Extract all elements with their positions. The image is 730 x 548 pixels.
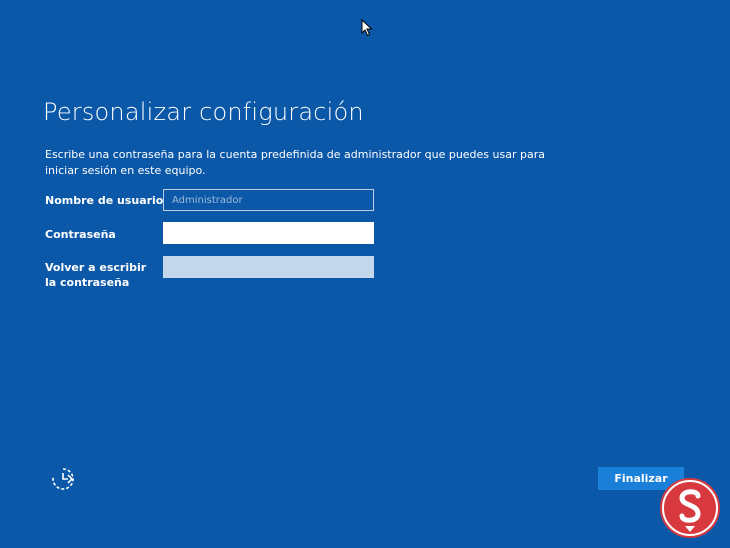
page-description: Escribe una contraseña para la cuenta pr…	[45, 148, 545, 177]
username-label: Nombre de usuario	[45, 194, 164, 207]
password-label: Contraseña	[45, 228, 116, 241]
password-field[interactable]	[163, 222, 374, 244]
username-field[interactable]	[163, 189, 374, 211]
setup-screen: Personalizar configuración Escribe una c…	[0, 0, 730, 548]
mouse-cursor-icon	[361, 19, 373, 37]
site-logo-icon	[660, 478, 720, 538]
confirm-password-field[interactable]	[163, 256, 374, 278]
ease-of-access-icon[interactable]	[50, 466, 76, 492]
confirm-password-label: Volver a escribir la contraseña	[45, 261, 147, 289]
page-title: Personalizar configuración	[43, 98, 364, 126]
